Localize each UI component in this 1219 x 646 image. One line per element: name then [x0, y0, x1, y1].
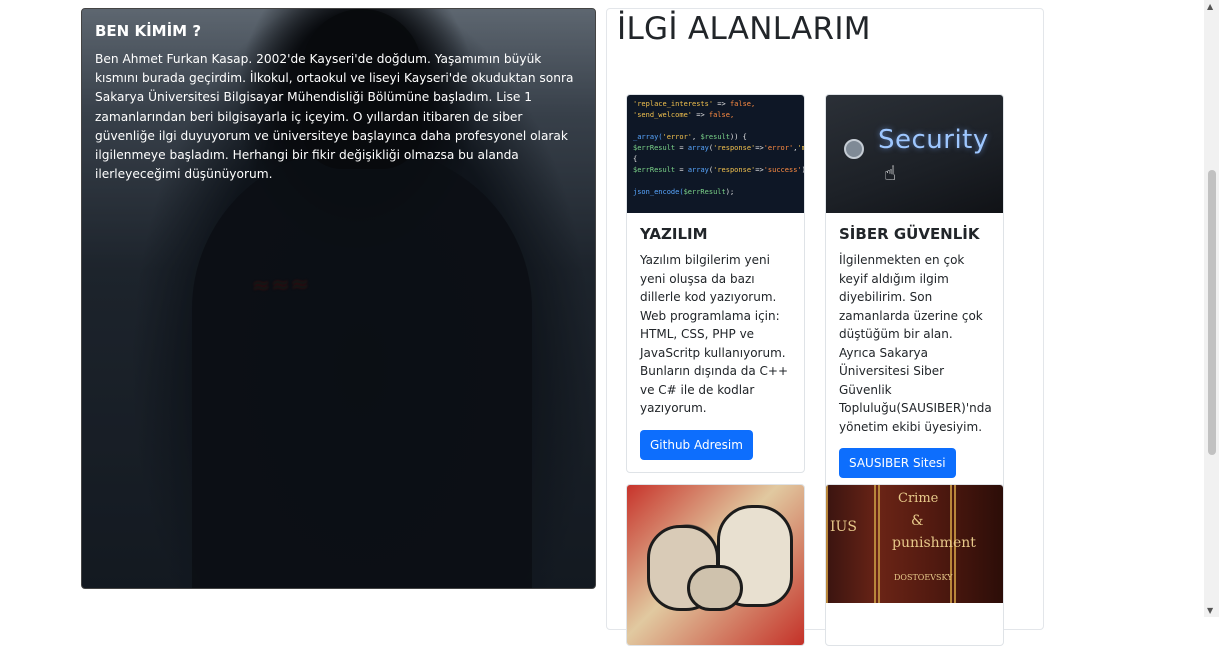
book-author-text: DOSTOEVSKY — [894, 573, 953, 582]
security-word: Security — [878, 125, 989, 155]
security-logo-icon — [844, 139, 864, 159]
software-card-title: YAZILIM — [640, 225, 708, 243]
scroll-down-arrow-icon[interactable]: ▼ — [1207, 606, 1213, 615]
cyber-security-card-title: SİBER GÜVENLİK — [839, 225, 980, 243]
security-image: Security ☝ — [826, 95, 1003, 213]
github-button[interactable]: Github Adresim — [640, 429, 753, 460]
scroll-up-arrow-icon[interactable]: ▲ — [1207, 2, 1213, 11]
pointer-hand-icon: ☝ — [884, 161, 897, 185]
book-title-text: IUS — [830, 519, 857, 535]
code-screenshot-image: 'replace_interests' => false, 'send_welc… — [627, 95, 804, 213]
sausiber-button[interactable]: SAUSIBER Sitesi — [839, 448, 956, 478]
books-card: IUS Crime & punishment DOSTOEVSKY — [825, 484, 1004, 646]
software-card-text: Yazılım bilgilerim yeni yeni oluşsa da b… — [640, 253, 789, 415]
book-title-text: Crime — [898, 491, 939, 506]
scrollbar-thumb[interactable] — [1208, 170, 1216, 455]
books-image: IUS Crime & punishment DOSTOEVSKY — [826, 485, 1003, 603]
page-scrollbar[interactable]: ▲ ▼ — [1204, 0, 1219, 617]
about-title: BEN KİMİM ? — [95, 22, 202, 40]
software-card: 'replace_interests' => false, 'send_welc… — [626, 94, 805, 473]
poster-face-bottom — [687, 565, 743, 611]
interests-heading: İLGİ ALANLARIM — [617, 11, 871, 47]
about-text: Ben Ahmet Furkan Kasap. 2002'de Kayseri'… — [95, 52, 574, 182]
book-title-text: punishment — [892, 535, 976, 551]
book-title-text: & — [911, 513, 924, 529]
interests-panel: İLGİ ALANLARIM 'replace_interests' => fa… — [606, 8, 1044, 646]
cyber-security-card-text: İlgilenmekten en çok keyif aldığım ilgim… — [839, 253, 992, 434]
movie-poster-image — [627, 485, 804, 645]
movies-card — [626, 484, 805, 646]
cyber-security-card: Security ☝ SİBER GÜVENLİK İlgilenmekten … — [825, 94, 1004, 491]
about-card: ≈≈≈ BEN KİMİM ? Ben Ahmet Furkan Kasap. … — [81, 8, 596, 589]
book-spine — [826, 485, 876, 603]
